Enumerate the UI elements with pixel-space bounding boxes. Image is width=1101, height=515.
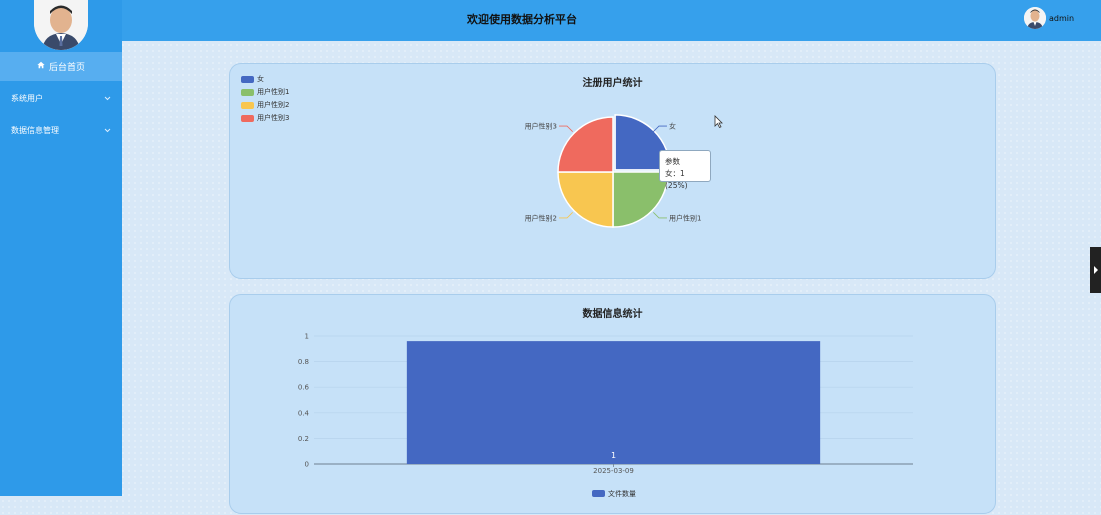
sidebar-item-label: 后台首页: [48, 63, 85, 73]
sidebar-item-system-users[interactable]: 系统用户: [0, 84, 122, 112]
pie-chart: 女用户性别1 用户性别2 用户性别3: [525, 114, 701, 228]
y-tick-label: 0.2: [298, 435, 309, 443]
pie-label-line: [653, 125, 667, 132]
pie-label-line: [559, 125, 573, 132]
legend-label: 文件数量: [608, 489, 636, 498]
bar[interactable]: [406, 341, 821, 464]
bar-legend-item[interactable]: 文件数量: [592, 489, 636, 498]
header-avatar[interactable]: [1024, 7, 1046, 29]
tooltip-value: 女：1 (25%): [665, 169, 688, 190]
pie-slice-label: 用户性别3: [525, 122, 557, 131]
pie-slice-label: 用户性别2: [525, 213, 557, 222]
chevron-right-icon: [1094, 266, 1098, 274]
chart-tooltip: 参数 女：1 (25%): [659, 150, 711, 190]
sidebar: 后台首页 系统用户 数据信息管理: [0, 0, 122, 496]
sidebar-item-label: 系统用户: [11, 93, 43, 103]
home-icon: [37, 61, 45, 72]
tooltip-title: 参数: [665, 157, 680, 166]
y-tick-label: 0.6: [298, 384, 310, 392]
x-tick-label: 2025-03-09: [593, 467, 634, 475]
chevron-down-icon: [104, 126, 111, 135]
sidebar-item-label: 数据信息管理: [11, 125, 59, 135]
y-tick-label: 0.8: [298, 358, 309, 366]
user-avatar[interactable]: [34, 0, 88, 50]
y-tick-label: 0.4: [298, 409, 310, 417]
pie-label-line: [559, 212, 573, 219]
pie-slice-label: 用户性别1: [669, 213, 701, 222]
sidebar-item-home[interactable]: 后台首页: [0, 52, 122, 81]
pie-slice[interactable]: [557, 116, 614, 173]
pie-slice[interactable]: [557, 171, 614, 228]
y-tick-label: 1: [305, 333, 309, 341]
pie-slice-label: 女: [669, 122, 676, 131]
top-header: 欢迎使用数据分析平台 admin: [122, 0, 1101, 41]
chevron-down-icon: [104, 94, 111, 103]
pie-chart-panel: 注册用户统计 女用户性别1 用户性别2 用户性别3 女用户性别1 用户性别2 用户性别3: [229, 63, 996, 279]
bar-chart-panel: 数据信息统计 0 0.2 0.4 0.6 0.8 1 1 2025-03-09 文件数量: [229, 294, 996, 514]
bar-data-label: 1: [611, 451, 616, 460]
mouse-cursor-icon: [714, 115, 723, 131]
pie-label-line: [653, 212, 667, 219]
y-tick-label: 0: [305, 461, 309, 469]
sidebar-item-data-management[interactable]: 数据信息管理: [0, 116, 122, 144]
side-toggle-tab[interactable]: [1090, 247, 1101, 293]
page-title: 欢迎使用数据分析平台: [467, 13, 577, 26]
username[interactable]: admin: [1049, 14, 1074, 23]
bar-chart: 0 0.2 0.4 0.6 0.8 1 1 2025-03-09 文件数量: [298, 333, 913, 498]
